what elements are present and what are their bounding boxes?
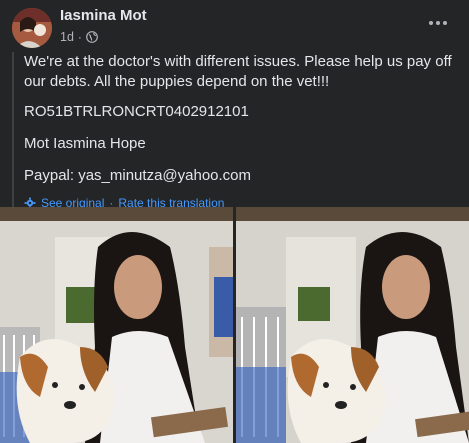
bank-account-number: RO51BTRLRONCRT0402912101 bbox=[24, 103, 249, 120]
post-card: Iasmina Mot 1d · We're at the doctor's w… bbox=[0, 0, 469, 443]
post-meta: 1d · bbox=[60, 30, 98, 44]
globe-icon[interactable] bbox=[86, 31, 98, 43]
paypal-line: Paypal: yas_minutza@yahoo.com bbox=[24, 167, 252, 184]
author-name[interactable]: Iasmina Mot bbox=[60, 7, 147, 24]
post-photo-2[interactable] bbox=[236, 207, 469, 443]
post-paragraph: We're at the doctor's with different iss… bbox=[24, 53, 452, 90]
ellipsis-dot bbox=[429, 21, 433, 25]
more-options-icon[interactable] bbox=[425, 14, 451, 32]
post-header: Iasmina Mot 1d · bbox=[0, 0, 469, 52]
photo-grid bbox=[0, 207, 469, 443]
ellipsis-dot bbox=[436, 21, 440, 25]
meta-separator: · bbox=[77, 30, 82, 44]
ellipsis-dot bbox=[443, 21, 447, 25]
author-avatar[interactable] bbox=[12, 8, 52, 48]
post-body: We're at the doctor's with different iss… bbox=[12, 52, 457, 210]
account-holder-name: Mot Iasmina Hope bbox=[24, 135, 146, 152]
post-time[interactable]: 1d bbox=[60, 30, 74, 44]
post-photo-1[interactable] bbox=[0, 207, 233, 443]
